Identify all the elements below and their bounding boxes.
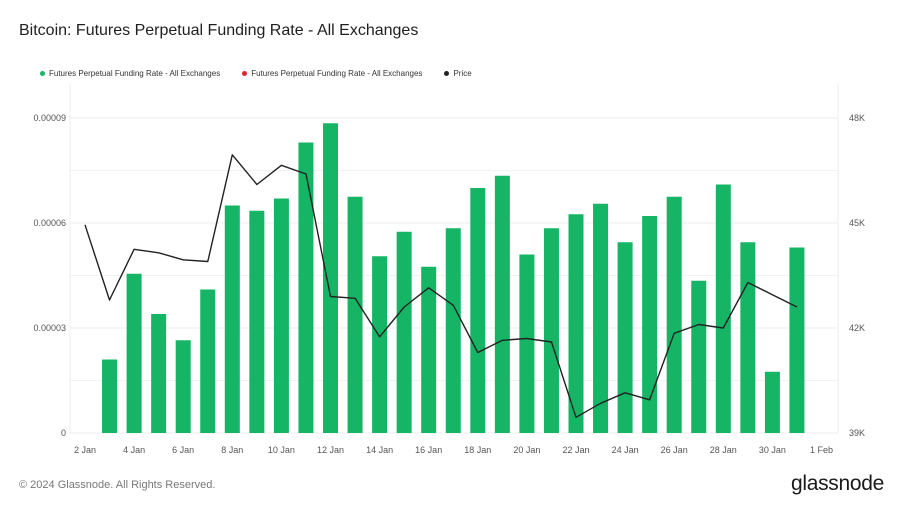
x-tick-label: 1 Feb	[810, 445, 833, 455]
funding-rate-bar	[151, 314, 167, 433]
x-tick-label: 18 Jan	[464, 445, 491, 455]
y-left-tick-label: 0.00006	[33, 218, 66, 228]
x-tick-label: 16 Jan	[415, 445, 442, 455]
copyright-text: © 2024 Glassnode. All Rights Reserved.	[19, 479, 216, 491]
funding-rate-bar	[200, 289, 216, 433]
funding-rate-bar	[494, 175, 510, 433]
funding-rate-bar	[249, 210, 265, 433]
y-left-tick-label: 0	[61, 428, 66, 438]
funding-rate-bar	[593, 203, 609, 433]
chart-canvas: 0 0.00003 0.00006 0.00009 39K 42K 45K 48K 2 Jan 4…	[33, 83, 865, 455]
bar-series	[102, 123, 805, 433]
funding-rate-bar	[691, 280, 707, 433]
x-tick-label: 28 Jan	[710, 445, 737, 455]
funding-rate-bar	[126, 273, 142, 433]
funding-rate-bar	[372, 256, 388, 433]
x-tick-label: 30 Jan	[759, 445, 786, 455]
price-line	[84, 154, 798, 418]
funding-rate-bar	[715, 184, 731, 433]
funding-rate-bar	[666, 196, 682, 433]
x-tick-label: 10 Jan	[268, 445, 295, 455]
x-tick-label: 12 Jan	[317, 445, 344, 455]
funding-rate-bar	[175, 340, 191, 433]
y-right-tick-label: 39K	[849, 428, 865, 438]
funding-rate-bar	[789, 247, 805, 433]
funding-rate-bar	[298, 142, 314, 433]
x-tick-label: 14 Jan	[366, 445, 393, 455]
y-right-tick-label: 42K	[849, 323, 865, 333]
glassnode-logo[interactable]: glassnode	[791, 472, 884, 496]
x-tick-label: 26 Jan	[661, 445, 688, 455]
funding-rate-bar	[323, 123, 338, 433]
y-left-tick-label: 0.00009	[33, 113, 66, 123]
funding-rate-bar	[102, 359, 118, 433]
funding-rate-bar	[224, 205, 240, 433]
x-tick-label: 4 Jan	[123, 445, 145, 455]
y-right-tick-label: 45K	[849, 218, 865, 228]
y-left-tick-label: 0.00003	[33, 323, 66, 333]
x-tick-label: 6 Jan	[172, 445, 194, 455]
x-tick-label: 22 Jan	[562, 445, 589, 455]
x-tick-label: 2 Jan	[74, 445, 96, 455]
funding-rate-bar	[396, 231, 412, 433]
funding-rate-bar	[617, 242, 633, 433]
funding-rate-bar	[445, 228, 461, 433]
funding-rate-bar	[764, 371, 780, 433]
x-tick-label: 20 Jan	[513, 445, 540, 455]
x-tick-label: 8 Jan	[221, 445, 243, 455]
funding-rate-bar	[543, 228, 559, 433]
funding-rate-bar	[519, 254, 535, 433]
funding-rate-bar	[470, 188, 486, 433]
y-right-tick-label: 48K	[849, 113, 865, 123]
x-tick-label: 24 Jan	[612, 445, 639, 455]
funding-rate-bar	[347, 196, 363, 433]
funding-rate-bar	[273, 198, 289, 433]
funding-rate-bar	[740, 242, 756, 433]
